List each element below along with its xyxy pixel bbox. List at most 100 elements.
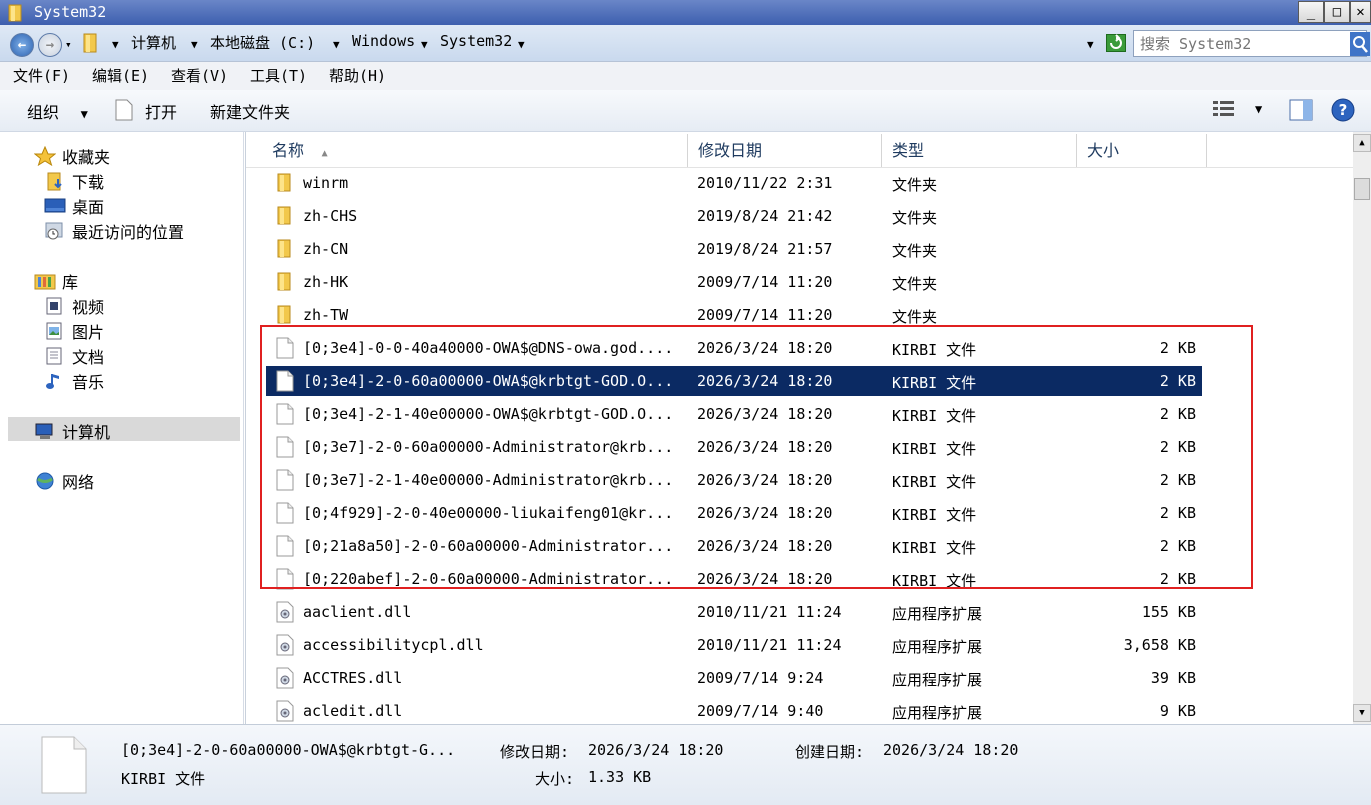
organize-button[interactable]: 组织 ▼: [27, 99, 88, 123]
breadcrumb-arrow-icon[interactable]: ▼: [191, 38, 198, 51]
file-size: 2 KB: [1159, 471, 1196, 489]
breadcrumb-arrow-icon[interactable]: ▼: [518, 38, 525, 51]
desktop-icon: [44, 196, 66, 214]
view-options-icon[interactable]: [1212, 99, 1236, 125]
menu-file[interactable]: 文件(F): [13, 65, 70, 86]
scroll-down-button[interactable]: ▼: [1353, 704, 1371, 722]
menu-help[interactable]: 帮助(H): [329, 65, 386, 86]
file-name: [0;3e4]-2-0-60a00000-OWA$@krbtgt-GOD.O..…: [303, 372, 674, 390]
help-icon[interactable]: ?: [1331, 98, 1355, 126]
breadcrumb-system32[interactable]: System32: [440, 32, 512, 50]
address-dropdown-icon[interactable]: ▼: [1087, 38, 1094, 51]
file-date: 2019/8/24 21:42: [697, 207, 833, 225]
document-icon: [44, 346, 66, 365]
menu-bar: 文件(F) 编辑(E) 查看(V) 工具(T) 帮助(H): [0, 62, 1371, 90]
column-header-size[interactable]: 大小: [1077, 134, 1207, 167]
file-row[interactable]: [0;4f929]-2-0-40e00000-liukaifeng01@kr..…: [266, 498, 1202, 528]
nav-downloads[interactable]: 下载: [44, 169, 104, 193]
file-date: 2009/7/14 9:24: [697, 669, 824, 687]
nav-libraries[interactable]: 库: [34, 269, 78, 293]
file-name: ACCTRES.dll: [303, 669, 403, 687]
file-name: [0;21a8a50]-2-0-60a00000-Administrator..…: [303, 537, 674, 555]
file-type: KIRBI 文件: [892, 473, 977, 491]
file-row[interactable]: zh-HK 2009/7/14 11:20 文件夹: [266, 267, 1202, 297]
close-button[interactable]: ✕: [1350, 1, 1371, 23]
file-row[interactable]: zh-CN 2019/8/24 21:57 文件夹: [266, 234, 1202, 264]
downloads-folder-icon: [44, 171, 66, 191]
folder-icon: [276, 238, 294, 262]
file-icon: [115, 99, 133, 125]
column-header-type[interactable]: 类型: [882, 134, 1077, 167]
dll-icon: [276, 700, 294, 726]
menu-edit[interactable]: 编辑(E): [92, 65, 149, 86]
file-date: 2009/7/14 11:20: [697, 306, 833, 324]
nav-videos[interactable]: 视频: [44, 294, 104, 318]
navigation-pane: 收藏夹 下载 桌面 最近访问的位置 库 视频 图片 文档 音乐 计算机 网络: [0, 132, 244, 724]
nav-desktop[interactable]: 桌面: [44, 194, 104, 218]
file-icon: [276, 436, 294, 462]
column-header-name[interactable]: 名称 ▲: [262, 134, 688, 167]
file-row[interactable]: [0;3e7]-2-0-60a00000-Administrator@krb..…: [266, 432, 1202, 462]
column-header-date[interactable]: 修改日期: [688, 134, 882, 167]
breadcrumb-arrow-icon[interactable]: ▼: [333, 38, 340, 51]
file-type: KIRBI 文件: [892, 374, 977, 392]
nav-documents[interactable]: 文档: [44, 344, 104, 368]
nav-pictures[interactable]: 图片: [44, 319, 104, 343]
file-list: 名称 ▲ 修改日期 类型 大小 winrm 2010/11/22 2:31 文件夹 z…: [245, 132, 1354, 726]
search-icon[interactable]: [1350, 32, 1370, 60]
nav-computer[interactable]: 计算机: [34, 419, 110, 443]
file-size: 155 KB: [1141, 603, 1196, 621]
view-dropdown-icon[interactable]: ▼: [1255, 102, 1262, 116]
folder-icon: [8, 4, 24, 26]
breadcrumb-arrow-icon[interactable]: ▼: [421, 38, 428, 51]
open-button[interactable]: 打开: [145, 99, 177, 123]
file-row[interactable]: [0;3e4]-0-0-40a40000-OWA$@DNS-owa.god...…: [266, 333, 1202, 363]
file-row[interactable]: [0;3e4]-2-1-40e00000-OWA$@krbtgt-GOD.O..…: [266, 399, 1202, 429]
maximize-button[interactable]: □: [1324, 1, 1350, 23]
file-date: 2010/11/22 2:31: [697, 174, 833, 192]
scroll-up-button[interactable]: ▲: [1353, 134, 1371, 152]
nav-music[interactable]: 音乐: [44, 369, 104, 393]
search-box[interactable]: [1133, 30, 1367, 57]
nav-network[interactable]: 网络: [34, 469, 94, 493]
search-input[interactable]: [1138, 33, 1346, 54]
breadcrumb-arrow-icon[interactable]: ▼: [112, 38, 119, 51]
file-date: 2026/3/24 18:20: [697, 339, 833, 357]
dll-icon: [276, 667, 294, 693]
menu-tools[interactable]: 工具(T): [250, 65, 307, 86]
file-date: 2026/3/24 18:20: [697, 438, 833, 456]
network-icon: [34, 471, 56, 490]
file-row[interactable]: zh-CHS 2019/8/24 21:42 文件夹: [266, 201, 1202, 231]
menu-view[interactable]: 查看(V): [171, 65, 228, 86]
file-row[interactable]: [0;21a8a50]-2-0-60a00000-Administrator..…: [266, 531, 1202, 561]
breadcrumb-windows[interactable]: Windows: [352, 32, 415, 50]
breadcrumb-computer[interactable]: 计算机: [131, 32, 176, 53]
file-name: zh-CN: [303, 240, 349, 258]
file-date: 2026/3/24 18:20: [697, 471, 833, 489]
file-date: 2010/11/21 11:24: [697, 636, 842, 654]
back-button[interactable]: ←: [10, 33, 34, 57]
nav-favorites[interactable]: 收藏夹: [33, 144, 110, 168]
nav-recent[interactable]: 最近访问的位置: [44, 219, 184, 243]
forward-button[interactable]: →: [38, 33, 62, 57]
refresh-icon[interactable]: [1106, 34, 1126, 56]
history-dropdown-icon[interactable]: ▾: [65, 38, 72, 51]
new-folder-button[interactable]: 新建文件夹: [210, 99, 290, 123]
vertical-scrollbar[interactable]: ▲ ▼: [1353, 132, 1371, 724]
preview-pane-icon[interactable]: [1289, 99, 1313, 125]
file-row[interactable]: accessibilitycpl.dll 2010/11/21 11:24 应用程序…: [266, 630, 1202, 660]
scroll-thumb[interactable]: [1354, 178, 1370, 200]
file-row[interactable]: [0;220abef]-2-0-60a00000-Administrator..…: [266, 564, 1202, 594]
minimize-button[interactable]: _: [1298, 1, 1324, 23]
file-row[interactable]: acledit.dll 2009/7/14 9:40 应用程序扩展 9 KB: [266, 696, 1202, 726]
file-row[interactable]: zh-TW 2009/7/14 11:20 文件夹: [266, 300, 1202, 330]
file-row[interactable]: ACCTRES.dll 2009/7/14 9:24 应用程序扩展 39 KB: [266, 663, 1202, 693]
file-type: 文件夹: [892, 275, 938, 293]
breadcrumb-local-disk[interactable]: 本地磁盘 (C:): [210, 32, 315, 53]
file-row[interactable]: aaclient.dll 2010/11/21 11:24 应用程序扩展 155 KB: [266, 597, 1202, 627]
file-row[interactable]: [0;3e4]-2-0-60a00000-OWA$@krbtgt-GOD.O..…: [266, 366, 1202, 396]
file-size: 2 KB: [1159, 438, 1196, 456]
file-row[interactable]: winrm 2010/11/22 2:31 文件夹: [266, 168, 1202, 198]
file-preview-icon: [40, 735, 88, 799]
file-row[interactable]: [0;3e7]-2-1-40e00000-Administrator@krb..…: [266, 465, 1202, 495]
